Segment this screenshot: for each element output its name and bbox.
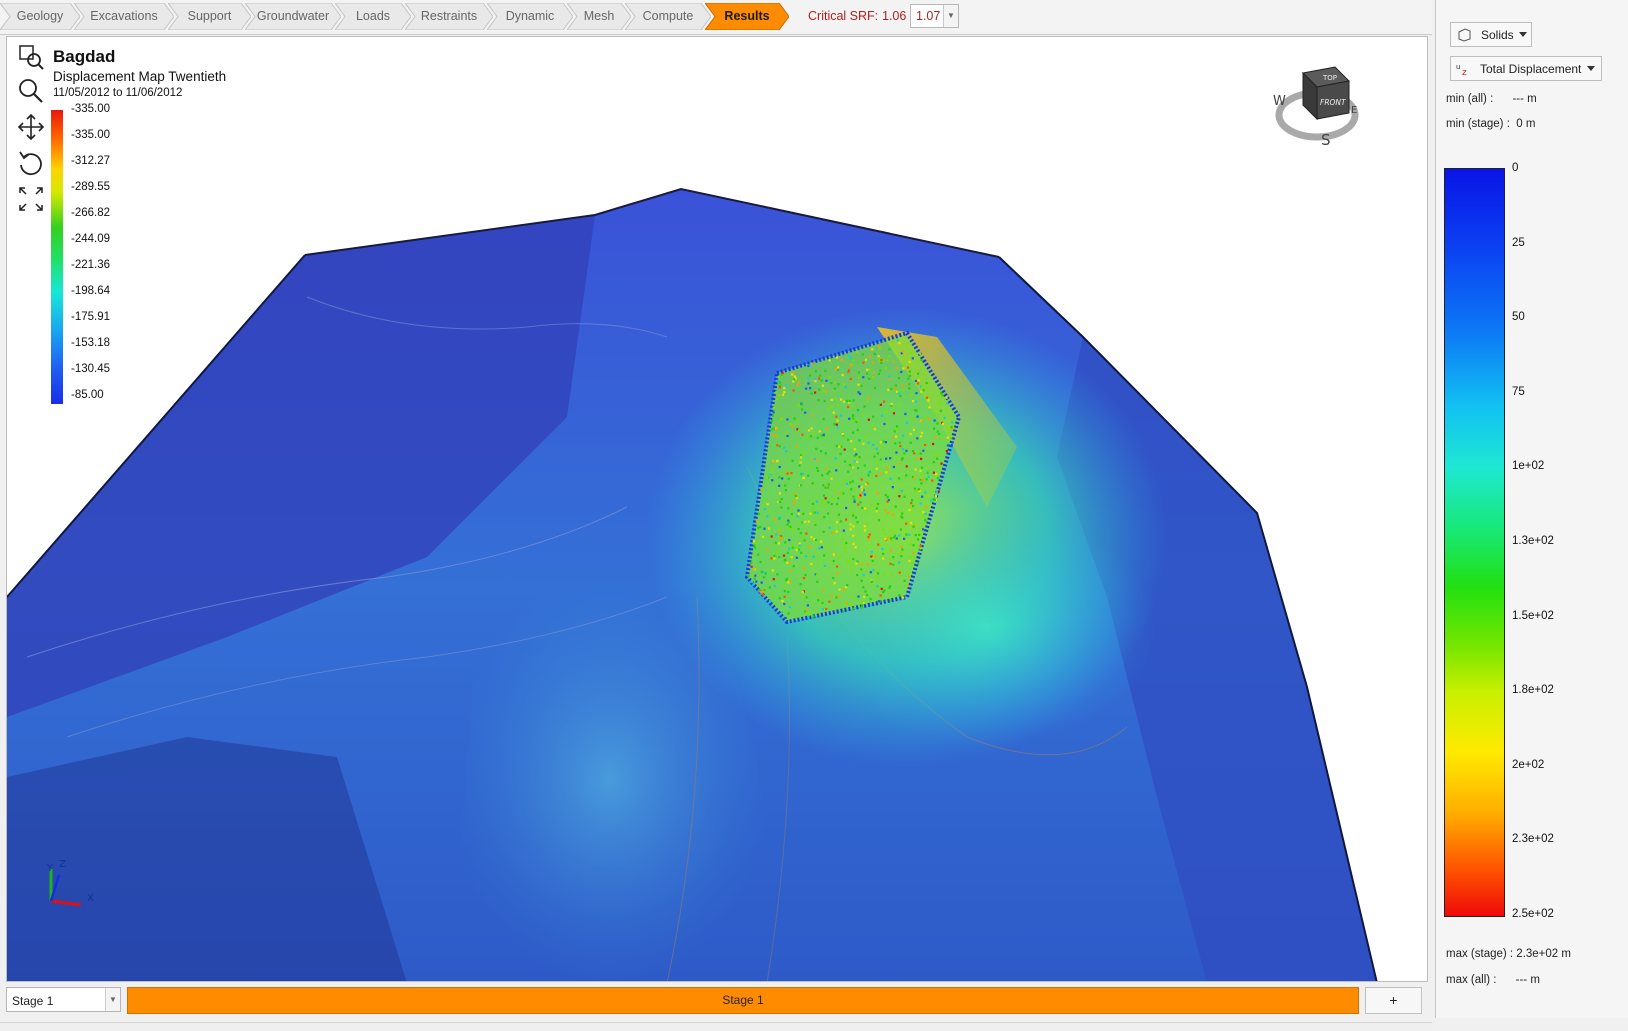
zoom-extents-icon[interactable]	[17, 43, 47, 73]
stage-tab-active[interactable]: Stage 1	[127, 987, 1359, 1014]
workflow-tab-mesh[interactable]: Mesh	[567, 3, 631, 30]
stage-dropdown-value: Stage 1	[12, 994, 54, 1008]
legend-tick: -85.00	[71, 389, 104, 401]
workflow-tab-label: Geology	[16, 9, 64, 23]
colorbar-tick: 1.5e+02	[1512, 609, 1554, 622]
stage-tab-label: Stage 1	[722, 993, 764, 1007]
colorbar-tick: 50	[1512, 311, 1525, 324]
pan-icon[interactable]	[17, 113, 47, 143]
rotate-icon[interactable]	[17, 149, 47, 179]
workflow-tab-dynamic[interactable]: Dynamic	[487, 3, 573, 30]
workflow-tab-label: Compute	[642, 9, 694, 23]
workflow-tab-label: Groundwater	[256, 9, 330, 23]
axis-z-label: Z	[59, 859, 66, 870]
critical-srf-value: 1.06	[882, 9, 907, 23]
colorbar-tick: 2.3e+02	[1512, 833, 1554, 846]
colorbar-tick: 0	[1512, 162, 1519, 174]
add-stage-button[interactable]: +	[1365, 987, 1422, 1014]
colorbar-tick: 1e+02	[1512, 460, 1545, 473]
solids-dropdown[interactable]: Solids	[1450, 22, 1532, 47]
legend-tick: -266.82	[71, 207, 111, 219]
legend-tick: -244.09	[71, 233, 111, 245]
result-type-label: Total Displacement	[1480, 62, 1582, 76]
compass-east-label: E	[1351, 105, 1357, 116]
cube-top-label: TOP	[1322, 74, 1337, 82]
colorbar-tick: 1.8e+02	[1512, 684, 1554, 697]
chevron-down-icon	[1519, 32, 1527, 37]
map-subtitle: Displacement Map Twentieth	[53, 69, 227, 84]
chevron-down-icon	[1587, 66, 1595, 71]
compass-south-label: S	[1321, 131, 1331, 149]
compass-west-label: W	[1273, 94, 1286, 109]
colorbar-tick: 25	[1512, 236, 1525, 249]
max-all-value: max (all) : --- m	[1446, 974, 1540, 986]
svg-text:u: u	[1456, 63, 1460, 71]
workflow-tab-label: Dynamic	[505, 9, 555, 23]
legend-tick: -312.27	[71, 155, 111, 167]
critical-srf-label: Critical SRF:	[808, 9, 879, 23]
chevron-down-icon[interactable]: ▼	[943, 5, 958, 27]
colorbar-tick: 75	[1512, 385, 1525, 398]
displacement-legend-bar	[51, 110, 63, 404]
workflow-tab-label: Excavations	[90, 9, 158, 23]
cube-front-label: FRONT	[1320, 98, 1347, 107]
workflow-tab-label: Support	[187, 9, 232, 23]
result-type-dropdown[interactable]: uz Total Displacement	[1450, 56, 1602, 81]
workflow-tab-geology[interactable]: Geology	[0, 3, 80, 30]
max-stage-value: max (stage) : 2.3e+02 m	[1446, 948, 1571, 960]
workflow-tab-label: Restraints	[420, 9, 478, 23]
solids-icon	[1458, 28, 1471, 42]
colorbar-tick: 1.3e+02	[1512, 535, 1554, 547]
axis-x-label: X	[87, 893, 94, 904]
legend-tick: -130.45	[71, 363, 111, 375]
srf-dropdown-value: 1.07	[916, 9, 941, 23]
axis-triad: Y Z X	[37, 857, 107, 920]
colorbar-tick: 2e+02	[1512, 758, 1545, 771]
workflow-tab-support[interactable]: Support	[168, 3, 251, 30]
search-icon[interactable]	[17, 77, 47, 107]
workflow-tab-groundwater[interactable]: Groundwater	[245, 3, 341, 30]
legend-tick: -289.55	[71, 181, 111, 193]
workflow-bar: Geology Excavations Support Groundwater Load…	[0, 0, 1432, 35]
model-viewport[interactable]: Bagdad Displacement Map Twentieth 11/05/…	[6, 36, 1428, 982]
srf-dropdown[interactable]: 1.07 ▼	[910, 4, 959, 28]
workflow-tab-restraints[interactable]: Restraints	[405, 3, 493, 30]
legend-tick: -335.00	[71, 103, 111, 115]
results-panel: Solids uz Total Displacement min (all) :…	[1435, 0, 1628, 1018]
workflow-tab-label: Loads	[355, 9, 391, 23]
axis-y-label: Y	[46, 863, 54, 874]
legend-tick: -335.00	[71, 129, 111, 141]
colorbar-tick: 2.5e+02	[1512, 908, 1554, 920]
total-displacement-colorbar	[1444, 168, 1505, 917]
workflow-tab-excavations[interactable]: Excavations	[74, 3, 174, 30]
workflow-tab-results[interactable]: Results	[705, 3, 789, 30]
legend-tick: -221.36	[71, 259, 111, 271]
date-range: 11/05/2012 to 11/06/2012	[53, 87, 183, 99]
svg-text:z: z	[1462, 68, 1467, 77]
min-all-value: min (all) : --- m	[1446, 93, 1537, 105]
solids-label: Solids	[1481, 28, 1514, 42]
legend-tick: -153.18	[71, 337, 111, 349]
legend-tick: -175.91	[71, 311, 111, 323]
min-stage-value: min (stage) : 0 m	[1446, 118, 1536, 130]
displacement-icon: uz	[1456, 63, 1467, 77]
view-cube[interactable]: TOP FRONT W S E	[1265, 61, 1365, 154]
fullscreen-icon[interactable]	[17, 185, 47, 215]
workflow-tab-compute[interactable]: Compute	[625, 3, 711, 30]
terrain-model[interactable]	[7, 37, 1428, 982]
chevron-down-icon[interactable]: ▼	[105, 988, 120, 1011]
stage-dropdown[interactable]: Stage 1 ▼	[6, 987, 121, 1012]
legend-tick: -198.64	[71, 285, 111, 297]
workflow-tab-label: Results	[724, 9, 770, 23]
workflow-tab-label: Mesh	[583, 9, 615, 23]
model-title: Bagdad	[53, 47, 116, 66]
workflow-tab-loads[interactable]: Loads	[335, 3, 411, 30]
